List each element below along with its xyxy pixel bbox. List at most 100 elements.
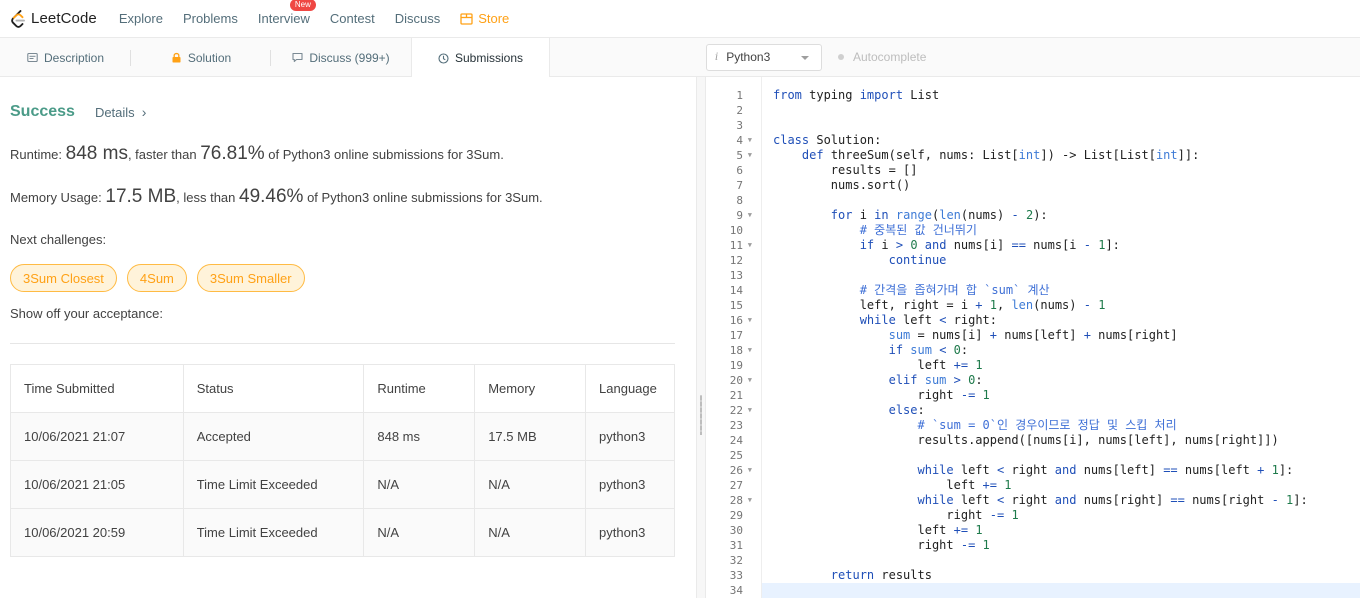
fold-arrow-icon[interactable]: ▼ [748, 463, 752, 478]
code-line[interactable]: # `sum = 0`인 경우이므로 정답 및 스킵 처리 [773, 418, 1177, 433]
challenge-3sum-smaller[interactable]: 3Sum Smaller [196, 264, 305, 292]
drag-handle-icon[interactable] [700, 395, 702, 435]
code-line[interactable]: left, right = i + 1, len(nums) - 1 [773, 298, 1106, 313]
col-language[interactable]: Language [585, 364, 675, 413]
details-link[interactable]: Details [95, 105, 135, 120]
table-header-row: Time Submitted Status Runtime Memory Lan… [10, 364, 675, 413]
table-row[interactable]: 10/06/2021 20:59 Time Limit Exceeded N/A… [10, 508, 675, 557]
nav-interview[interactable]: Interview New [258, 0, 316, 26]
line-number: 16 ▼ [729, 313, 752, 328]
next-challenges: 3Sum Closest 4Sum 3Sum Smaller [10, 264, 305, 292]
code-line[interactable]: continue [773, 253, 947, 268]
nav-store[interactable]: Store [460, 11, 509, 26]
code-line[interactable]: while left < right and nums[right] == nu… [773, 493, 1308, 508]
logo[interactable]: LeetCode [10, 9, 97, 28]
code-line[interactable]: results = [] [773, 163, 918, 178]
code-line[interactable]: results.append([nums[i], nums[left], num… [773, 433, 1278, 448]
code-line[interactable]: if i > 0 and nums[i] == nums[i - 1]: [773, 238, 1120, 253]
nav-contest[interactable]: Contest [330, 11, 375, 26]
fold-arrow-icon[interactable]: ▼ [748, 373, 752, 388]
line-number: 27 [729, 479, 743, 492]
code-line[interactable]: right -= 1 [773, 508, 1018, 523]
memory-percentile: 49.46% [239, 186, 304, 207]
memory-mid: , less than [176, 190, 240, 205]
line-number: 14 [729, 284, 743, 297]
code-line[interactable]: def threeSum(self, nums: List[int]) -> L… [773, 148, 1199, 163]
cell-time: 10/06/2021 21:07 [10, 412, 184, 461]
editor-toolbar: i Python3 Autocomplete [696, 38, 1360, 77]
memory-label: Memory Usage: [10, 190, 106, 205]
code-line[interactable]: # 간격을 좁혀가며 합 `sum` 계산 [773, 283, 1050, 298]
submission-panel: Success Details › Runtime: 848 ms, faste… [0, 77, 696, 598]
line-number: 6 [736, 164, 743, 177]
code-line[interactable]: sum = nums[i] + nums[left] + nums[right] [773, 328, 1178, 343]
tab-submissions[interactable]: Submissions [411, 38, 550, 78]
code-line[interactable]: while left < right and nums[left] == num… [773, 463, 1294, 478]
nav-discuss[interactable]: Discuss [395, 11, 441, 26]
col-time-submitted[interactable]: Time Submitted [10, 364, 184, 413]
code-editor[interactable]: 1 2 3 4 ▼ 5 ▼ 6 7 8 9 ▼ 10 11 ▼ 12 13 14 15 16 ▼ 17 18 ▼ 19 20 ▼ 21… [706, 77, 1360, 598]
runtime-tail: of Python3 online submissions for 3Sum. [264, 147, 504, 162]
challenge-3sum-closest[interactable]: 3Sum Closest [10, 264, 117, 292]
col-memory[interactable]: Memory [474, 364, 587, 413]
tab-discuss[interactable]: Discuss (999+) [271, 38, 411, 77]
code-line[interactable]: while left < right: [773, 313, 997, 328]
cell-status-link[interactable]: Time Limit Exceeded [182, 460, 365, 509]
code-line[interactable]: return results [773, 568, 932, 583]
code-line[interactable]: from typing import List [773, 88, 939, 103]
cell-time: 10/06/2021 20:59 [10, 508, 184, 557]
code-line[interactable]: nums.sort() [773, 178, 910, 193]
top-nav: LeetCode Explore Problems Interview New … [0, 0, 1360, 38]
fold-arrow-icon[interactable]: ▼ [748, 313, 752, 328]
line-number: 13 [729, 269, 743, 282]
language-select[interactable]: i Python3 [706, 43, 822, 71]
table-row[interactable]: 10/06/2021 21:07 Accepted 848 ms 17.5 MB… [10, 412, 675, 461]
code-line[interactable]: # 중복된 값 건너뛰기 [773, 223, 977, 238]
code-line[interactable]: for i in range(len(nums) - 2): [773, 208, 1048, 223]
submissions-table: Time Submitted Status Runtime Memory Lan… [10, 364, 675, 557]
problem-tabs: Description Solution Discuss (999+) Subm… [0, 38, 696, 78]
fold-arrow-icon[interactable]: ▼ [748, 133, 752, 148]
cell-status-link[interactable]: Accepted [182, 412, 365, 461]
fold-arrow-icon[interactable]: ▼ [748, 493, 752, 508]
nav-store-label: Store [478, 11, 510, 26]
cell-language: python3 [585, 508, 675, 557]
autocomplete-toggle[interactable]: Autocomplete [838, 50, 926, 64]
table-row[interactable]: 10/06/2021 21:05 Time Limit Exceeded N/A… [10, 460, 675, 509]
fold-arrow-icon[interactable]: ▼ [748, 343, 752, 358]
result-header: Success Details › [10, 103, 146, 121]
cell-status-link[interactable]: Time Limit Exceeded [182, 508, 365, 557]
code-line[interactable]: else: [773, 403, 925, 418]
fold-arrow-icon[interactable]: ▼ [748, 238, 752, 253]
col-status[interactable]: Status [182, 364, 365, 413]
chevron-right-icon[interactable]: › [142, 104, 147, 120]
tab-solution[interactable]: Solution [131, 38, 271, 77]
line-number: 33 [729, 569, 743, 582]
memory-tail: of Python3 online submissions for 3Sum. [303, 190, 543, 205]
code-line[interactable]: left += 1 [773, 358, 982, 373]
tab-description[interactable]: Description [0, 38, 131, 77]
line-number: 30 [729, 524, 743, 537]
code-line[interactable]: class Solution: [773, 133, 881, 148]
nav-problems[interactable]: Problems [183, 11, 238, 26]
fold-arrow-icon[interactable]: ▼ [748, 148, 752, 163]
description-icon [27, 52, 38, 63]
cell-memory: N/A [474, 508, 587, 557]
divider [10, 343, 675, 344]
chevron-down-icon [801, 55, 809, 60]
leetcode-logo-icon [11, 9, 25, 28]
challenge-4sum[interactable]: 4Sum [126, 264, 187, 292]
col-runtime[interactable]: Runtime [363, 364, 476, 413]
code-line[interactable]: elif sum > 0: [773, 373, 983, 388]
line-number: 18 ▼ [729, 343, 752, 358]
code-line[interactable]: right -= 1 [773, 538, 989, 553]
code-line[interactable]: if sum < 0: [773, 343, 969, 358]
logo-text: LeetCode [31, 10, 97, 27]
nav-explore[interactable]: Explore [119, 11, 163, 26]
fold-arrow-icon[interactable]: ▼ [748, 403, 752, 418]
pane-splitter[interactable] [696, 77, 706, 598]
code-line[interactable]: right -= 1 [773, 388, 989, 403]
code-line[interactable]: left += 1 [773, 478, 1011, 493]
fold-arrow-icon[interactable]: ▼ [748, 208, 752, 223]
code-line[interactable]: left += 1 [773, 523, 982, 538]
